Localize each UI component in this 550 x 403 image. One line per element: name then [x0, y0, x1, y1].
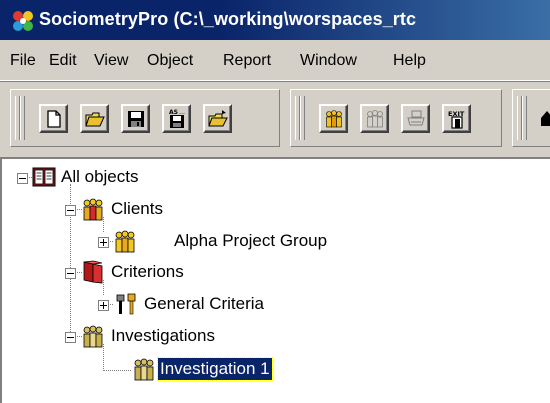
save-as-button[interactable]: AS … — [162, 104, 191, 133]
object-toolbar: EXIT — [290, 89, 502, 147]
title-bar[interactable]: SociometryPro (C:\_working\worspaces_rtc — [0, 0, 550, 40]
open-recent-icon — [208, 110, 228, 127]
toolbar-grip[interactable] — [522, 96, 527, 140]
toolbar-grip[interactable] — [300, 96, 305, 140]
expand-toggle[interactable] — [98, 237, 109, 248]
window-title: SociometryPro (C:\_working\worspaces_rtc — [39, 9, 417, 29]
people-group-icon — [83, 198, 103, 221]
tree-item-investigation-1[interactable]: Investigation 1 — [2, 355, 402, 385]
tree-item-alpha-project-group[interactable]: Alpha Project Group — [2, 227, 402, 257]
menu-help[interactable]: Help — [393, 52, 426, 70]
object-tree[interactable]: All objects Clients Alpha Project Group — [0, 157, 550, 403]
file-toolbar: AS … — [10, 89, 280, 147]
menu-object[interactable]: Object — [147, 52, 193, 70]
tree-item-clients[interactable]: Clients — [2, 195, 302, 225]
group-people-icon — [326, 110, 342, 128]
open-recent-button[interactable] — [203, 104, 232, 133]
menu-window[interactable]: Window — [300, 52, 357, 70]
open-folder-icon — [85, 112, 105, 127]
group-people-disabled-icon — [367, 110, 383, 128]
toolbar-area: AS … EXIT — [0, 80, 550, 157]
expand-toggle[interactable] — [98, 300, 109, 311]
print-icon — [407, 110, 425, 126]
open-book-icon — [32, 167, 56, 187]
group-disabled-button[interactable] — [360, 104, 389, 133]
group-button[interactable] — [319, 104, 348, 133]
tree-item-general-criteria[interactable]: General Criteria — [2, 290, 402, 320]
save-as-ellipsis: … — [179, 109, 185, 116]
tree-item-label: All objects — [61, 167, 139, 186]
menu-edit[interactable]: Edit — [49, 52, 77, 70]
new-button[interactable] — [39, 104, 68, 133]
tree-item-label: General Criteria — [144, 294, 264, 313]
sociometry-app-icon — [13, 11, 33, 31]
save-disk-icon — [128, 111, 144, 127]
exit-button[interactable]: EXIT — [442, 104, 471, 133]
tools-icon — [116, 293, 136, 315]
menu-view[interactable]: View — [94, 52, 128, 70]
people-group-icon — [115, 230, 135, 253]
menu-report[interactable]: Report — [223, 52, 271, 70]
save-as-caption: AS — [169, 109, 178, 116]
menu-bar: File Edit View Object Report Window Help — [0, 42, 550, 78]
print-button[interactable] — [401, 104, 430, 133]
tree-item-all-objects[interactable]: All objects — [2, 163, 302, 193]
home-icon[interactable] — [539, 108, 550, 128]
menu-file[interactable]: File — [10, 52, 36, 70]
collapse-toggle[interactable] — [17, 173, 28, 184]
extra-toolbar — [512, 89, 550, 147]
tree-item-label: Investigations — [111, 326, 215, 345]
people-group-gray-icon — [134, 358, 154, 381]
tree-item-label: Criterions — [111, 262, 184, 281]
exit-icon: EXIT — [448, 110, 465, 129]
collapse-toggle[interactable] — [65, 268, 76, 279]
open-button[interactable] — [80, 104, 109, 133]
toolbar-grip[interactable] — [20, 96, 25, 140]
save-button[interactable] — [121, 104, 150, 133]
save-as-icon: AS … — [169, 109, 185, 128]
collapse-toggle[interactable] — [65, 332, 76, 343]
tree-item-label: Alpha Project Group — [174, 231, 328, 250]
collapse-toggle[interactable] — [65, 205, 76, 216]
tree-item-criterions[interactable]: Criterions — [2, 258, 302, 288]
new-document-icon — [47, 110, 61, 128]
people-group-gray-icon — [83, 325, 103, 348]
tree-item-label: Investigation 1 — [157, 357, 273, 381]
tree-item-investigations[interactable]: Investigations — [2, 322, 302, 352]
tree-item-label: Clients — [111, 199, 163, 218]
red-folder-icon — [83, 260, 103, 284]
